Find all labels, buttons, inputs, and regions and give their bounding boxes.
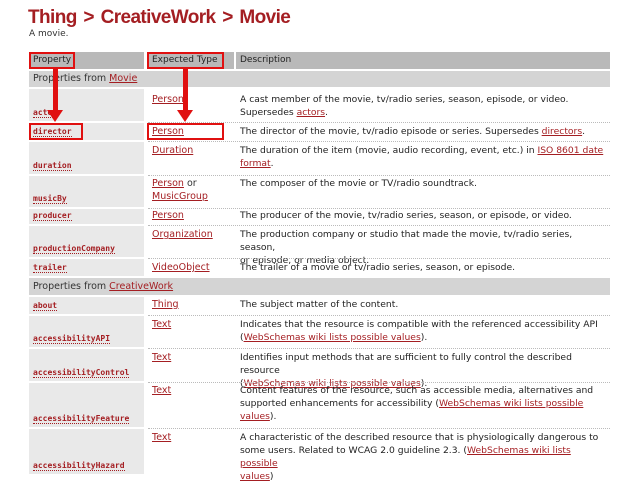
- webschemas-link[interactable]: values: [240, 411, 270, 422]
- table-row-property: musicBy: [29, 176, 144, 207]
- property-description: A cast member of the movie, tv/radio ser…: [240, 94, 569, 118]
- table-row-property: accessibilityFeature: [29, 383, 144, 427]
- property-description: The producer of the movie, tv/radio seri…: [240, 210, 572, 221]
- table-row-property: trailer: [29, 259, 144, 276]
- type-link[interactable]: Person: [152, 178, 184, 189]
- property-name[interactable]: accessibilityAPI: [33, 334, 111, 344]
- table-row-property: producer: [29, 209, 144, 224]
- expected-type: Thing: [152, 298, 179, 311]
- iso-8601-link[interactable]: ISO 8601 date: [538, 145, 604, 156]
- row-divider: [148, 141, 610, 142]
- type-link[interactable]: MusicGroup: [152, 191, 208, 202]
- expected-type: Person: [152, 209, 184, 222]
- breadcrumb-movie-link[interactable]: Movie: [239, 7, 290, 28]
- column-header-description: Description: [236, 52, 610, 69]
- expected-type: Duration: [152, 144, 193, 157]
- table-row-property: accessibilityControl: [29, 349, 144, 381]
- table-row-property: accessibilityAPI: [29, 316, 144, 347]
- breadcrumb: Thing > CreativeWork > Movie: [28, 7, 291, 29]
- page-subtitle: A movie.: [29, 29, 69, 39]
- section-creativework-link[interactable]: CreativeWork: [109, 281, 173, 292]
- type-link[interactable]: Text: [152, 319, 171, 330]
- property-description: The director of the movie, tv/radio epis…: [240, 126, 586, 137]
- type-link[interactable]: Person: [152, 94, 184, 105]
- type-link[interactable]: VideoObject: [152, 262, 210, 273]
- type-link[interactable]: Duration: [152, 145, 193, 156]
- type-link[interactable]: Person: [152, 210, 184, 221]
- property-description: The duration of the item (movie, audio r…: [240, 145, 604, 169]
- table-row-property: duration: [29, 142, 144, 174]
- row-divider: [148, 382, 610, 383]
- row-divider: [148, 348, 610, 349]
- arrow-property-to-director: [53, 69, 58, 111]
- webschemas-link[interactable]: values: [240, 471, 270, 482]
- section-movie-link[interactable]: Movie: [109, 73, 137, 84]
- type-or-text: or: [183, 178, 197, 189]
- breadcrumb-creativework-link[interactable]: CreativeWork: [101, 7, 217, 28]
- expected-type: Text: [152, 351, 171, 364]
- expected-type: Person: [152, 93, 184, 106]
- row-divider: [148, 175, 610, 176]
- table-row-property: about: [29, 297, 144, 314]
- breadcrumb-thing-link[interactable]: Thing: [28, 7, 77, 28]
- arrow-head-icon: [177, 110, 193, 122]
- property-name[interactable]: productionCompany: [33, 244, 115, 254]
- property-description: A characteristic of the described resour…: [240, 432, 599, 482]
- expected-type: VideoObject: [152, 261, 210, 274]
- type-link[interactable]: Organization: [152, 229, 213, 240]
- property-description: Indicates that the resource is compatibl…: [240, 319, 598, 343]
- property-name[interactable]: accessibilityControl: [33, 368, 130, 378]
- property-name[interactable]: about: [33, 301, 58, 311]
- arrow-type-to-person: [183, 69, 188, 111]
- iso-8601-link[interactable]: format: [240, 158, 271, 169]
- supersedes-link[interactable]: directors: [542, 126, 582, 137]
- red-box-property-header: [29, 52, 75, 69]
- expected-type: Organization: [152, 228, 213, 241]
- property-name[interactable]: duration: [33, 161, 72, 171]
- type-link[interactable]: Text: [152, 432, 171, 443]
- property-name[interactable]: accessibilityFeature: [33, 414, 130, 424]
- breadcrumb-separator: >: [222, 7, 233, 28]
- property-description: The trailer of a movie or tv/radio serie…: [240, 262, 516, 273]
- supersedes-link[interactable]: actors: [297, 107, 325, 118]
- row-divider: [148, 428, 610, 429]
- property-name[interactable]: trailer: [33, 263, 67, 273]
- property-description: The composer of the movie or TV/radio so…: [240, 178, 477, 189]
- row-divider: [148, 208, 610, 209]
- expected-type: Text: [152, 431, 171, 444]
- type-link[interactable]: Text: [152, 352, 171, 363]
- type-link[interactable]: Thing: [152, 299, 179, 310]
- row-divider: [148, 258, 610, 259]
- table-row-property: productionCompany: [29, 226, 144, 257]
- property-description: The subject matter of the content.: [240, 299, 399, 310]
- red-box-person: [147, 123, 224, 140]
- row-divider: [148, 225, 610, 226]
- type-link[interactable]: Text: [152, 385, 171, 396]
- property-name[interactable]: producer: [33, 211, 72, 221]
- red-box-expected-type-header: [147, 52, 224, 69]
- expected-type: Text: [152, 318, 171, 331]
- expected-type: Text: [152, 384, 171, 397]
- table-row-property: accessibilityHazard: [29, 429, 144, 474]
- row-divider: [148, 315, 610, 316]
- property-description: Content features of the resource, such a…: [240, 385, 594, 422]
- expected-type: Person or MusicGroup: [152, 177, 208, 203]
- webschemas-link[interactable]: WebSchemas wiki lists possible: [439, 398, 583, 409]
- webschemas-link[interactable]: WebSchemas wiki lists possible values: [244, 332, 421, 343]
- breadcrumb-separator: >: [83, 7, 94, 28]
- section-header-movie: Properties from Movie: [29, 71, 610, 87]
- property-name[interactable]: musicBy: [33, 194, 67, 204]
- property-name[interactable]: accessibilityHazard: [33, 461, 125, 471]
- section-header-creativework: Properties from CreativeWork: [29, 278, 610, 295]
- red-box-director: [29, 123, 83, 140]
- arrow-head-icon: [47, 110, 63, 122]
